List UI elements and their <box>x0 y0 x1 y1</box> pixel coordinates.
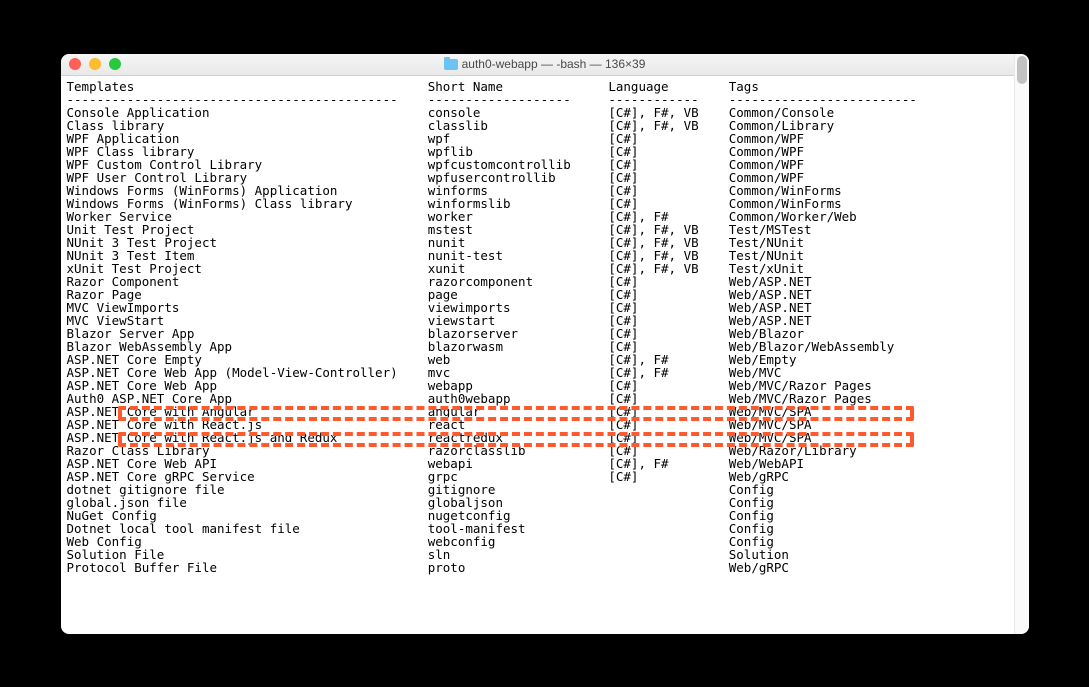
window-titlebar[interactable]: auth0-webapp — -bash — 136×39 <box>61 54 1029 76</box>
title-container: auth0-webapp — -bash — 136×39 <box>61 57 1029 71</box>
terminal-output[interactable]: Templates Short Name Language Tags -----… <box>61 76 1029 634</box>
traffic-lights <box>61 58 121 70</box>
window-title: auth0-webapp — -bash — 136×39 <box>462 57 646 71</box>
terminal-window: auth0-webapp — -bash — 136×39 Templates … <box>61 54 1029 634</box>
maximize-button[interactable] <box>109 58 121 70</box>
minimize-button[interactable] <box>89 58 101 70</box>
folder-icon <box>444 59 458 70</box>
scrollbar[interactable] <box>1014 54 1029 634</box>
scrollbar-thumb[interactable] <box>1017 56 1027 84</box>
close-button[interactable] <box>69 58 81 70</box>
